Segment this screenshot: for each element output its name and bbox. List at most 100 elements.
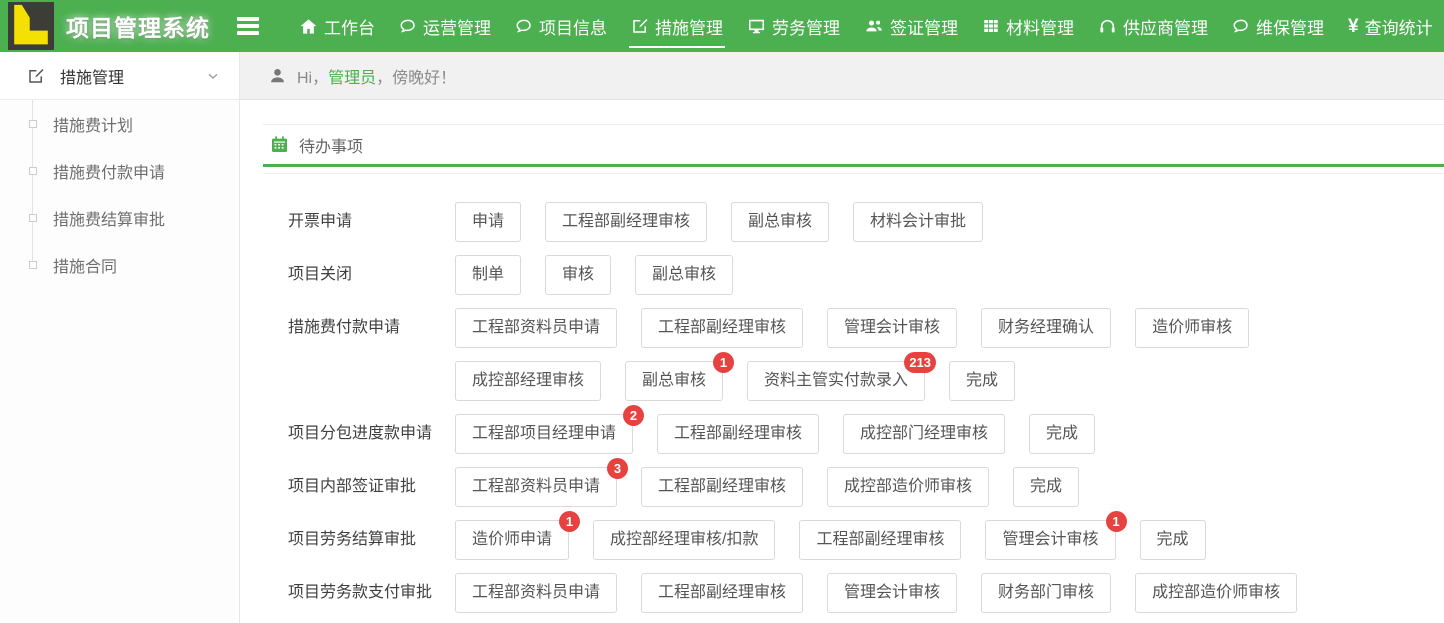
workflow-step-button[interactable]: 成控部门经理审核 (843, 414, 1005, 454)
workflow-step-button[interactable]: 财务部门审核 (981, 573, 1111, 613)
grid-icon (982, 17, 1000, 35)
workflow-step-button[interactable]: 工程部项目经理申请2 (455, 414, 633, 454)
workflow-steps: 制单审核副总审核 (455, 255, 733, 295)
nav-item-label: 材料管理 (1006, 14, 1074, 39)
panel-title: 待办事项 (299, 133, 363, 157)
workflow-row-labor-payment-approval: 项目劳务款支付审批工程部资料员申请工程部副经理审核管理会计审核财务部门审核成控部… (288, 573, 1444, 613)
sidebar-item-measure-fee-payment-request[interactable]: 措施费付款申请 (0, 147, 239, 194)
workflow-step-button[interactable]: 申请 (455, 202, 521, 242)
workflow-label: 项目内部签证审批 (288, 467, 455, 507)
workflow-step-button[interactable]: 管理会计审核 (827, 308, 957, 348)
workflow-row-subcontract-progress-payment: 项目分包进度款申请工程部项目经理申请2工程部副经理审核成控部门经理审核完成 (288, 414, 1444, 454)
workflow-label: 开票申请 (288, 202, 455, 242)
workflow-step-button[interactable]: 审核 (545, 255, 611, 295)
sidebar-item-measure-fee-plan[interactable]: 措施费计划 (0, 100, 239, 147)
workflow-step-button[interactable]: 材料会计审批 (853, 202, 983, 242)
workflow-step-button[interactable]: 完成 (1140, 520, 1206, 560)
nav-item-measures[interactable]: 措施管理 (619, 0, 735, 52)
menu-toggle-icon[interactable] (237, 14, 259, 39)
nav-item-labor[interactable]: 劳务管理 (735, 0, 852, 52)
workflow-step-button[interactable]: 工程部副经理审核 (545, 202, 707, 242)
workflow-step-button[interactable]: 成控部经理审核/扣款 (593, 520, 775, 560)
nav-item-workbench[interactable]: 工作台 (287, 0, 387, 52)
nav-item-label: 劳务管理 (772, 14, 840, 39)
workflow-steps: 造价师申请1 成控部经理审核/扣款工程部副经理审核管理会计审核1 完成 (455, 520, 1206, 560)
nav-item-maintenance[interactable]: 维保管理 (1220, 0, 1336, 52)
comment-icon (399, 17, 417, 35)
workflow-step-button[interactable]: 副总审核 (635, 255, 733, 295)
nav-item-statistics[interactable]: ¥查询统计 (1336, 0, 1444, 52)
workflow-step-button[interactable]: 工程部副经理审核 (641, 308, 803, 348)
nav-item-label: 措施管理 (655, 14, 723, 39)
users-icon (864, 16, 884, 36)
sidebar-item-measure-contract[interactable]: 措施合同 (0, 241, 239, 288)
sidebar-section-label: 措施管理 (60, 64, 124, 88)
workflow-step-button[interactable]: 管理会计审核 (827, 573, 957, 613)
notification-badge: 3 (607, 458, 628, 479)
comment-icon (1232, 17, 1250, 35)
workflow-step-button[interactable]: 完成 (1029, 414, 1095, 454)
workflow-steps: 工程部资料员申请3 工程部副经理审核成控部造价师审核完成 (455, 467, 1079, 507)
workflow-step-button[interactable]: 成控部造价师审核 (827, 467, 989, 507)
todo-panel-header: 待办事项 (263, 125, 1444, 167)
workflow-step-line: 造价师申请1 成控部经理审核/扣款工程部副经理审核管理会计审核1 完成 (455, 520, 1206, 560)
notification-badge: 2 (623, 405, 644, 426)
workflow-step-button[interactable]: 成控部造价师审核 (1135, 573, 1297, 613)
workflow-step-button[interactable]: 副总审核1 (625, 361, 723, 401)
workflow-row-labor-settlement-approval: 项目劳务结算审批造价师申请1成控部经理审核/扣款工程部副经理审核管理会计审核1完… (288, 520, 1444, 560)
workflow-step-button[interactable]: 副总审核 (731, 202, 829, 242)
nav-item-label: 运营管理 (423, 14, 491, 39)
workflow-steps: 工程部项目经理申请2 工程部副经理审核成控部门经理审核完成 (455, 414, 1095, 454)
sidebar-section-measures[interactable]: 措施管理 (0, 52, 239, 100)
workflow-step-button[interactable]: 工程部副经理审核 (641, 573, 803, 613)
workflow-steps: 工程部资料员申请工程部副经理审核管理会计审核财务经理确认造价师审核成控部经理审核… (455, 308, 1249, 401)
sidebar-item-label: 措施费结算审批 (53, 206, 165, 230)
username: 管理员 (328, 64, 376, 88)
workflow-label: 项目关闭 (288, 255, 455, 295)
workflow-step-line: 成控部经理审核副总审核1 资料主管实付款录入213 完成 (455, 361, 1249, 401)
workflow-steps: 工程部资料员申请工程部副经理审核管理会计审核财务部门审核成控部造价师审核 (455, 573, 1297, 613)
headset-icon (1098, 17, 1117, 36)
sidebar-items: 措施费计划措施费付款申请措施费结算审批措施合同 (0, 100, 239, 288)
nav-item-project-info[interactable]: 项目信息 (503, 0, 619, 52)
chevron-down-icon[interactable] (205, 68, 221, 84)
desktop-icon (747, 17, 766, 36)
navbar-items: 工作台 运营管理项目信息 措施管理 劳务管理签证管理 材料管理供应商管理维保管理¥查询统… (287, 0, 1444, 52)
workflow-step-button[interactable]: 工程部资料员申请 (455, 573, 617, 613)
app-logo (8, 2, 54, 50)
app-title: 项目管理系统 (66, 9, 210, 43)
workflow-step-button[interactable]: 造价师申请1 (455, 520, 569, 560)
sidebar-item-label: 措施费计划 (53, 112, 133, 136)
workflow-step-button[interactable]: 工程部副经理审核 (799, 520, 961, 560)
nav-item-label: 工作台 (324, 14, 375, 39)
workflow-label: 项目劳务款支付审批 (288, 573, 455, 613)
nav-item-suppliers[interactable]: 供应商管理 (1086, 0, 1220, 52)
workflow-step-button[interactable]: 完成 (1013, 467, 1079, 507)
user-icon (268, 66, 287, 85)
nav-item-operations[interactable]: 运营管理 (387, 0, 503, 52)
home-icon (299, 17, 318, 36)
workflow-step-line: 工程部资料员申请工程部副经理审核管理会计审核财务经理确认造价师审核 (455, 308, 1249, 348)
workflow-step-button[interactable]: 制单 (455, 255, 521, 295)
todo-panel: 待办事项 开票申请申请工程部副经理审核副总审核材料会计审批项目关闭制单审核副总审… (263, 124, 1444, 613)
workflow-step-line: 制单审核副总审核 (455, 255, 733, 295)
workflow-step-button[interactable]: 工程部副经理审核 (657, 414, 819, 454)
workflow-step-button[interactable]: 财务经理确认 (981, 308, 1111, 348)
greeting-bar: Hi， 管理员 ，傍晚好！ (240, 52, 1444, 100)
workflow-step-button[interactable]: 工程部资料员申请 (455, 308, 617, 348)
workflow-step-button[interactable]: 资料主管实付款录入213 (747, 361, 925, 401)
sidebar-item-label: 措施费付款申请 (53, 159, 165, 183)
workflow-step-line: 申请工程部副经理审核副总审核材料会计审批 (455, 202, 983, 242)
workflow-step-button[interactable]: 成控部经理审核 (455, 361, 601, 401)
workflow-step-button[interactable]: 管理会计审核1 (985, 520, 1115, 560)
workflow-step-line: 工程部资料员申请3 工程部副经理审核成控部造价师审核完成 (455, 467, 1079, 507)
notification-badge: 213 (904, 352, 936, 373)
workflow-step-button[interactable]: 造价师审核 (1135, 308, 1249, 348)
nav-item-visa[interactable]: 签证管理 (852, 0, 970, 52)
workflow-step-button[interactable]: 完成 (949, 361, 1015, 401)
sidebar-item-measure-fee-settlement-approval[interactable]: 措施费结算审批 (0, 194, 239, 241)
nav-item-materials[interactable]: 材料管理 (970, 0, 1086, 52)
workflow-step-button[interactable]: 工程部资料员申请3 (455, 467, 617, 507)
notification-badge: 1 (713, 352, 734, 373)
workflow-step-button[interactable]: 工程部副经理审核 (641, 467, 803, 507)
